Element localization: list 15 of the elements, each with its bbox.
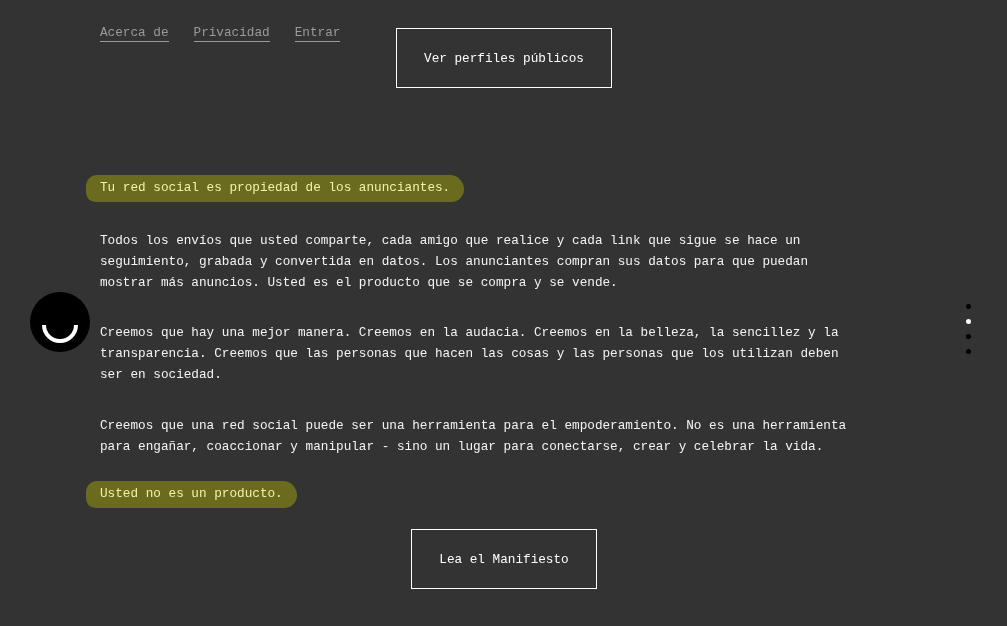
manifesto-button[interactable]: Lea el Manifiesto xyxy=(411,529,597,589)
highlighted-text: Usted no es un producto. xyxy=(86,481,297,508)
page-dot[interactable] xyxy=(966,334,971,339)
nav-link[interactable]: Acerca de xyxy=(100,24,169,42)
paragraph: Todos los envíos que usted comparte, cada amigo que realice y cada link que sigue se hace un seguimiento, grabada y convertida en datos. Los anunciantes compran sus datos para que puedan mostrar más anuncios. Usted es el producto que se compra y se vende. xyxy=(100,232,810,292)
page-dot[interactable] xyxy=(966,319,971,324)
paragraph: Creemos que hay una mejor manera. Creemos en la audacia. Creemos en la belleza, la sencillez y la transparencia. Creemos que las personas que hacen las cosas y las personas que los utilizan deben ser en sociedad. xyxy=(100,324,840,384)
page-dot[interactable] xyxy=(966,304,971,309)
public-profiles-button[interactable]: Ver perfiles públicos xyxy=(396,28,612,88)
page-dot[interactable] xyxy=(966,349,971,354)
nav-link[interactable]: Privacidad xyxy=(193,24,270,42)
paragraph: Creemos que una red social puede ser una herramienta para el empoderamiento. No es una herramienta para engañar, coaccionar y manipular - sino un lugar para conectarse, crear y celebrar la vida. xyxy=(100,417,848,456)
nav-link[interactable]: Entrar xyxy=(294,24,341,42)
highlighted-text: Tu red social es propiedad de los anunciantes. xyxy=(86,175,465,202)
smiley-logo-icon xyxy=(30,292,90,352)
